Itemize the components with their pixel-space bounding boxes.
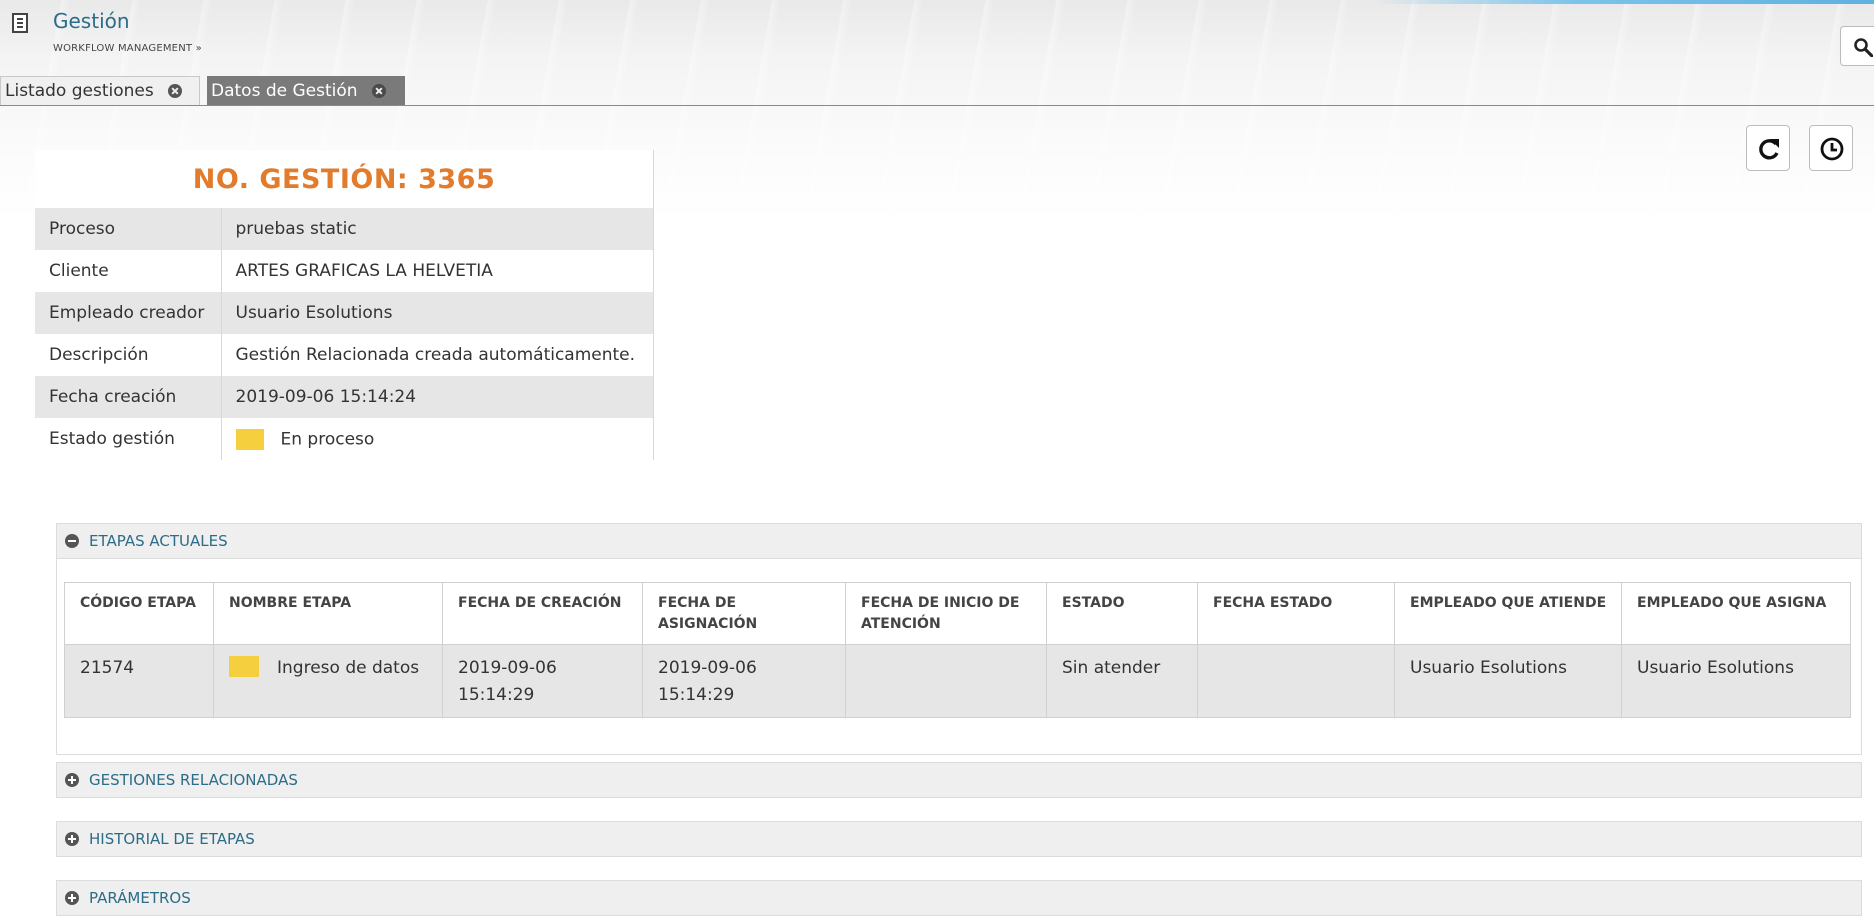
detail-row: Descripción Gestión Relacionada creada a…: [35, 334, 653, 376]
cell-codigo: 21574: [64, 644, 214, 718]
tabs-divider: [0, 105, 1874, 106]
expand-icon: [65, 773, 79, 787]
column-header[interactable]: EMPLEADO QUE ASIGNA: [1621, 582, 1851, 645]
column-header[interactable]: CÓDIGO ETAPA: [64, 582, 214, 645]
status-text: En proceso: [280, 429, 375, 449]
table-row[interactable]: 21574 Ingreso de datos 2019-09-06 15:14:…: [64, 644, 1851, 718]
cell-estado: Sin atender: [1046, 644, 1198, 718]
column-header[interactable]: FECHA ESTADO: [1197, 582, 1395, 645]
detail-row: Estado gestión En proceso: [35, 418, 653, 460]
detail-label: Empleado creador: [35, 292, 222, 334]
tab-label: Listado gestiones: [5, 81, 154, 101]
refresh-icon: [1759, 139, 1779, 160]
cell-fecha-estado: [1197, 644, 1395, 718]
detail-label: Fecha creación: [35, 376, 222, 418]
panel-etapas-actuales-header[interactable]: ETAPAS ACTUALES: [56, 523, 1862, 559]
close-tab-icon[interactable]: [371, 83, 386, 98]
tab-listado-gestiones[interactable]: Listado gestiones: [0, 76, 200, 105]
search-icon: [1854, 38, 1873, 57]
panel-title: GESTIONES RELACIONADAS: [89, 771, 298, 789]
refresh-button[interactable]: [1746, 125, 1790, 171]
cell-fecha-inicio: [845, 644, 1047, 718]
cell-empleado-asigna: Usuario Esolutions: [1621, 644, 1851, 718]
record-details-table: Proceso pruebas static Cliente ARTES GRA…: [35, 208, 653, 460]
detail-row: Fecha creación 2019-09-06 15:14:24: [35, 376, 653, 418]
expand-icon: [65, 891, 79, 905]
detail-value: En proceso: [221, 418, 653, 460]
detail-row: Cliente ARTES GRAFICAS LA HELVETIA: [35, 250, 653, 292]
panel-title: ETAPAS ACTUALES: [89, 532, 228, 550]
column-header[interactable]: FECHA DE CREACIÓN: [442, 582, 643, 645]
panel-gestiones-relacionadas-header[interactable]: GESTIONES RELACIONADAS: [56, 762, 1862, 798]
column-header[interactable]: FECHA DE ASIGNACIÓN: [642, 582, 846, 645]
detail-label: Proceso: [35, 208, 222, 250]
stage-status-swatch: [229, 656, 259, 677]
collapse-icon: [65, 534, 79, 548]
detail-value: Usuario Esolutions: [221, 292, 653, 334]
panel-historial-de-etapas-header[interactable]: HISTORIAL DE ETAPAS: [56, 821, 1862, 857]
header-accent-strip: [1374, 0, 1874, 4]
record-card: NO. GESTIÓN: 3365 Proceso pruebas static…: [35, 150, 654, 460]
detail-row: Proceso pruebas static: [35, 208, 653, 250]
detail-label: Descripción: [35, 334, 222, 376]
tab-datos-de-gestion[interactable]: Datos de Gestión: [207, 76, 405, 105]
stage-name: Ingreso de datos: [277, 658, 420, 678]
column-header[interactable]: EMPLEADO QUE ATIENDE: [1394, 582, 1622, 645]
expand-icon: [65, 832, 79, 846]
detail-value: Gestión Relacionada creada automáticamen…: [235, 345, 636, 365]
detail-label: Estado gestión: [35, 418, 222, 460]
panel-title: PARÁMETROS: [89, 889, 191, 907]
breadcrumb[interactable]: WORKFLOW MANAGEMENT »: [53, 43, 202, 54]
table-header-row: CÓDIGO ETAPA NOMBRE ETAPA FECHA DE CREAC…: [64, 582, 1851, 645]
current-stages-table: CÓDIGO ETAPA NOMBRE ETAPA FECHA DE CREAC…: [64, 582, 1851, 718]
panel-parametros-header[interactable]: PARÁMETROS: [56, 880, 1862, 916]
cell-fecha-creacion: 2019-09-06 15:14:29: [442, 644, 643, 718]
column-header[interactable]: FECHA DE INICIO DE ATENCIÓN: [845, 582, 1047, 645]
search-button[interactable]: [1840, 26, 1874, 66]
detail-row: Empleado creador Usuario Esolutions: [35, 292, 653, 334]
detail-value: 2019-09-06 15:14:24: [221, 376, 653, 418]
detail-value: ARTES GRAFICAS LA HELVETIA: [235, 261, 493, 281]
close-tab-icon[interactable]: [167, 84, 182, 98]
clock-icon: [1820, 137, 1844, 161]
status-color-swatch: [235, 428, 264, 450]
detail-label: Cliente: [35, 250, 222, 292]
app-title[interactable]: Gestión: [53, 9, 130, 33]
cell-fecha-asignacion: 2019-09-06 15:14:29: [642, 644, 846, 718]
record-title: NO. GESTIÓN: 3365: [192, 163, 496, 195]
history-button[interactable]: [1809, 125, 1853, 171]
cell-nombre: Ingreso de datos: [213, 644, 443, 718]
document-icon: [12, 13, 28, 33]
column-header[interactable]: ESTADO: [1046, 582, 1198, 645]
panel-title: HISTORIAL DE ETAPAS: [89, 830, 255, 848]
column-header[interactable]: NOMBRE ETAPA: [213, 582, 443, 645]
tab-label: Datos de Gestión: [211, 80, 358, 101]
cell-empleado-atiende: Usuario Esolutions: [1394, 644, 1622, 718]
detail-value: pruebas static: [221, 208, 653, 250]
